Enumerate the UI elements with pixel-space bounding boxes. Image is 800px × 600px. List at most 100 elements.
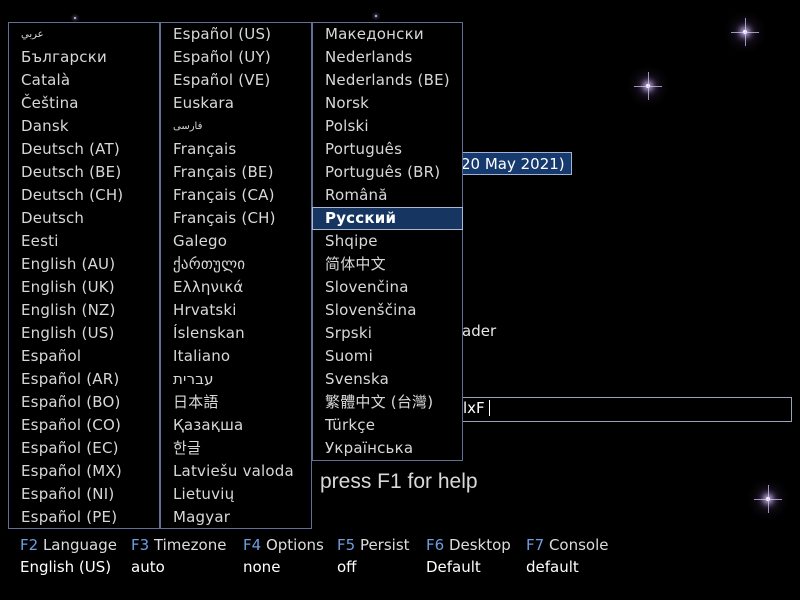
fkey-label: F4 (243, 536, 262, 554)
language-column-1: عربي Български Català Čeština Dansk Deutsch (… (8, 22, 160, 529)
language-option[interactable]: 简体中文 (313, 253, 462, 276)
language-option[interactable]: Slovenčina (313, 276, 462, 299)
fkey-value: default (526, 558, 579, 576)
fkey-f6-desktop[interactable]: F6 Desktop (426, 536, 511, 554)
fkey-name: Options (261, 536, 324, 554)
fkey-f2-language[interactable]: F2 Language (20, 536, 117, 554)
star-decoration (634, 72, 662, 100)
language-option[interactable]: Français (BE) (161, 161, 311, 184)
star-decoration (754, 485, 782, 513)
star-decoration (74, 17, 76, 19)
language-option[interactable]: Español (AR) (9, 368, 159, 391)
language-option[interactable]: Română (313, 184, 462, 207)
language-option[interactable]: Қазақша (161, 414, 311, 437)
language-option[interactable]: Português (BR) (313, 161, 462, 184)
language-option[interactable]: Magyar (161, 506, 311, 529)
language-option[interactable]: עברית (161, 368, 311, 391)
language-option[interactable]: Français (CH) (161, 207, 311, 230)
fkey-f5-persist[interactable]: F5 Persist (337, 536, 410, 554)
language-option[interactable]: Русский (312, 207, 463, 230)
language-option[interactable]: Nederlands (BE) (313, 69, 462, 92)
fkey-value: auto (131, 558, 165, 576)
language-option[interactable]: Lietuvių (161, 483, 311, 506)
function-key-bar: F2 Language English (US) F3 Timezone auto F4… (0, 536, 800, 580)
fkey-name: Timezone (149, 536, 227, 554)
language-option[interactable]: Español (BO) (9, 391, 159, 414)
language-option[interactable]: Català (9, 69, 159, 92)
language-option[interactable]: ქართული (161, 253, 311, 276)
language-option[interactable]: English (NZ) (9, 299, 159, 322)
boot-menu-item-fragment[interactable]: ader (462, 322, 496, 340)
fkey-value: Default (426, 558, 481, 576)
language-option[interactable]: Deutsch (9, 207, 159, 230)
language-option[interactable]: Íslenskan (161, 322, 311, 345)
fkey-f4-options[interactable]: F4 Options (243, 536, 324, 554)
language-option[interactable]: English (US) (9, 322, 159, 345)
fkey-label: F3 (131, 536, 150, 554)
language-option[interactable]: Français (CA) (161, 184, 311, 207)
language-option[interactable]: Español (UY) (161, 46, 311, 69)
language-option[interactable]: Українська (313, 437, 462, 460)
language-option[interactable]: Español (9, 345, 159, 368)
language-option[interactable]: Polski (313, 115, 462, 138)
language-option[interactable]: Deutsch (CH) (9, 184, 159, 207)
language-option[interactable]: Español (PE) (9, 506, 159, 529)
fkey-name: Language (38, 536, 117, 554)
language-option[interactable]: 繁體中文 (台灣) (313, 391, 462, 414)
fkey-value: none (243, 558, 281, 576)
language-option[interactable]: Latviešu valoda (161, 460, 311, 483)
language-option[interactable]: Ελληνικά (161, 276, 311, 299)
language-option[interactable]: Nederlands (313, 46, 462, 69)
language-option[interactable]: Français (161, 138, 311, 161)
fkey-f7-console[interactable]: F7 Console (526, 536, 609, 554)
language-option[interactable]: Galego (161, 230, 311, 253)
language-option[interactable]: Deutsch (BE) (9, 161, 159, 184)
language-option[interactable]: Euskara (161, 92, 311, 115)
language-option[interactable]: Português (313, 138, 462, 161)
language-option[interactable]: Čeština (9, 92, 159, 115)
language-option[interactable]: Norsk (313, 92, 462, 115)
language-column-2: Español (US) Español (UY) Español (VE) Eusk… (160, 22, 312, 529)
language-option[interactable]: Español (MX) (9, 460, 159, 483)
fkey-name: Desktop (444, 536, 511, 554)
language-option[interactable]: Svenska (313, 368, 462, 391)
language-option[interactable]: Español (NI) (9, 483, 159, 506)
language-option[interactable]: Български (9, 46, 159, 69)
help-hint: press F1 for help (320, 470, 478, 493)
language-option[interactable]: Shqipe (313, 230, 462, 253)
fkey-value: off (337, 558, 357, 576)
language-option[interactable]: Македонски (313, 23, 462, 46)
language-column-3: Македонски Nederlands Nederlands (BE) Norsk… (312, 22, 463, 461)
fkey-label: F2 (20, 536, 39, 554)
language-option[interactable]: Deutsch (AT) (9, 138, 159, 161)
star-decoration (375, 15, 377, 17)
language-option[interactable]: فارسی (161, 115, 311, 138)
fkey-label: F7 (526, 536, 545, 554)
fkey-value: English (US) (20, 558, 112, 576)
fkey-label: F6 (426, 536, 445, 554)
language-option[interactable]: Hrvatski (161, 299, 311, 322)
language-option[interactable]: English (UK) (9, 276, 159, 299)
boot-version-label: 20 May 2021) (456, 152, 572, 175)
language-option[interactable]: Español (VE) (161, 69, 311, 92)
language-option[interactable]: Español (US) (161, 23, 311, 46)
language-option[interactable]: Srpski (313, 322, 462, 345)
language-option[interactable]: Türkçe (313, 414, 462, 437)
fkey-label: F5 (337, 536, 356, 554)
language-option[interactable]: Italiano (161, 345, 311, 368)
language-option[interactable]: Español (EC) (9, 437, 159, 460)
language-option[interactable]: Eesti (9, 230, 159, 253)
language-option[interactable]: عربي (9, 23, 159, 46)
fkey-f3-timezone[interactable]: F3 Timezone (131, 536, 226, 554)
language-option[interactable]: Suomi (313, 345, 462, 368)
language-option[interactable]: English (AU) (9, 253, 159, 276)
fkey-name: Console (544, 536, 609, 554)
language-option[interactable]: 日本語 (161, 391, 311, 414)
language-option[interactable]: Slovenščina (313, 299, 462, 322)
language-option[interactable]: 한글 (161, 437, 311, 460)
boot-options-input[interactable]: lxF (456, 397, 792, 422)
star-decoration (731, 18, 759, 46)
language-option[interactable]: Dansk (9, 115, 159, 138)
fkey-name: Persist (355, 536, 410, 554)
language-option[interactable]: Español (CO) (9, 414, 159, 437)
